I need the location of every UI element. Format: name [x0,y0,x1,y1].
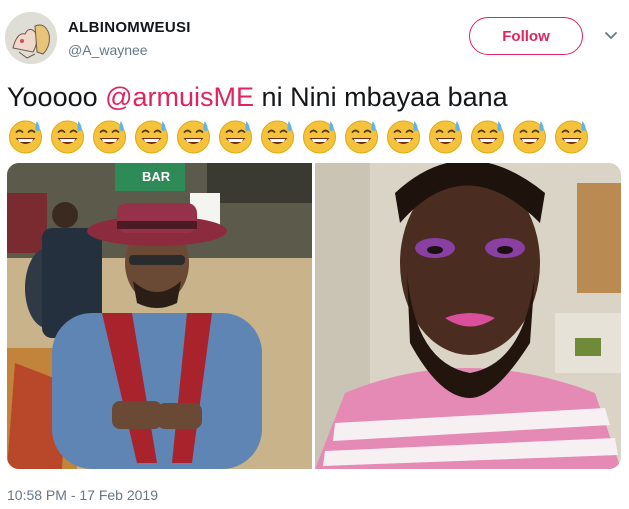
follow-button[interactable]: Follow [469,17,583,55]
mention-link[interactable]: @armuisME [105,82,254,112]
display-name[interactable]: ALBINOMWEUSI [68,19,191,36]
avatar-cartoon-icon [5,12,57,64]
chevron-down-icon[interactable] [603,27,619,43]
tweet-text-prefix: Yooooo [7,82,106,112]
grinning-face-with-sweat-icon [9,120,42,154]
avatar[interactable] [5,12,57,64]
grinning-face-with-sweat-icon [93,120,126,154]
tweet-text: Yooooo @armuisME ni Nini mbayaa bana [7,82,508,113]
grinning-face-with-sweat-icon [387,120,420,154]
grinning-face-with-sweat-icon [261,120,294,154]
grinning-face-with-sweat-icon [429,120,462,154]
grinning-face-with-sweat-icon [135,120,168,154]
bearded-person-image [315,163,621,469]
user-handle[interactable]: @A_waynee [68,42,148,58]
bearded-person-makeup-photo[interactable] [315,163,621,469]
grinning-face-with-sweat-icon [471,120,504,154]
tweet-text-suffix: ni Nini mbayaa bana [254,82,508,112]
grinning-face-with-sweat-icon [51,120,84,154]
bar-sign-text: BAR [142,169,171,184]
emoji-row [7,118,590,154]
tweet-timestamp[interactable]: 10:58 PM - 17 Feb 2019 [7,487,158,503]
grinning-face-with-sweat-icon [177,120,210,154]
man-in-hat-image: BAR [7,163,312,469]
grinning-face-with-sweat-icon [513,120,546,154]
grinning-face-with-sweat-icon [303,120,336,154]
grinning-face-with-sweat-icon [219,120,252,154]
man-in-hat-photo[interactable]: BAR [7,163,312,469]
grinning-face-with-sweat-icon [555,120,588,154]
grinning-face-with-sweat-icon [345,120,378,154]
